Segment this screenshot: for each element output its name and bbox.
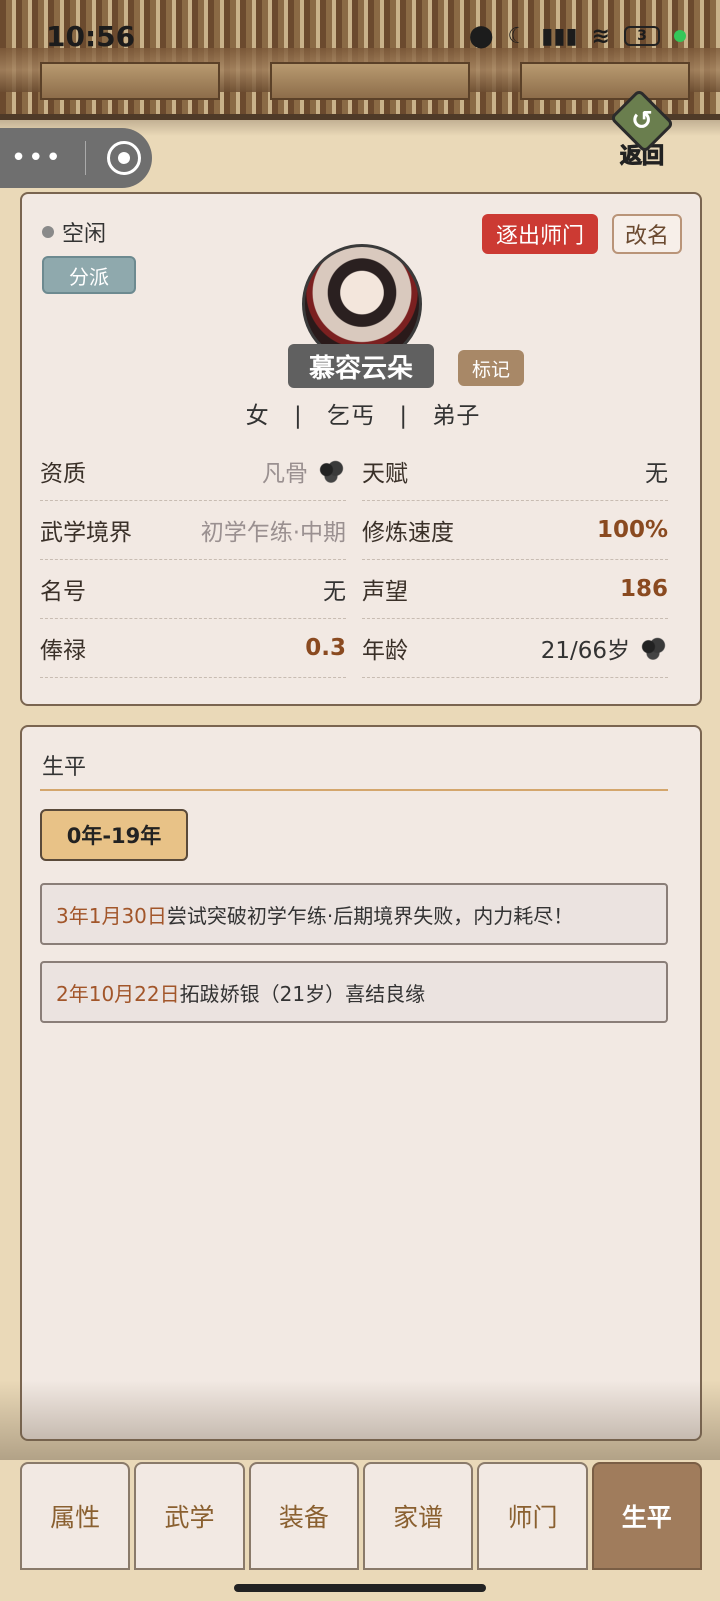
- tab-sect[interactable]: 师门: [477, 1462, 588, 1570]
- identity-line: 女 | 乞丐 | 弟子: [22, 396, 704, 430]
- stat-value: 0.3: [305, 635, 346, 661]
- roof-panel: [520, 62, 690, 100]
- stat-value: 凡骨: [262, 454, 346, 488]
- bottom-tab-bar: 属性 武学 装备 家谱 师门 生平: [20, 1462, 702, 1570]
- flower-info-icon[interactable]: [638, 635, 668, 661]
- status-bar: 10:56 ⬤ ☾ ▮▮▮ ≋ 3: [0, 14, 720, 58]
- roof-panel: [40, 62, 220, 100]
- gender: 女: [245, 403, 270, 429]
- biography-event: 2年10月22日 拓跋娇银（21岁）喜结良缘: [40, 961, 668, 1023]
- mark-button[interactable]: 标记: [458, 350, 524, 386]
- identity-separator: |: [293, 403, 303, 429]
- stat-label: 名号: [40, 579, 86, 605]
- tab-martial-arts[interactable]: 武学: [134, 1462, 245, 1570]
- stat-value-text: 凡骨: [262, 461, 308, 487]
- camera-indicator-icon: [674, 30, 686, 42]
- moon-icon: ☾: [507, 23, 528, 49]
- battery-icon: 3: [624, 26, 660, 46]
- event-date: 2年10月22日: [56, 981, 180, 1006]
- biography-event: 3年1月30日 尝试突破初学乍练·后期境界失败，内力耗尽！: [40, 883, 668, 945]
- expel-button[interactable]: 逐出师门: [482, 214, 598, 254]
- close-target-icon[interactable]: [107, 141, 142, 175]
- back-button[interactable]: ↺ 返回: [604, 88, 680, 170]
- character-name: 慕容云朵: [288, 344, 434, 388]
- home-indicator[interactable]: [234, 1584, 486, 1592]
- tab-equipment[interactable]: 装备: [248, 1462, 359, 1570]
- profile-card: 空闲 分派 逐出师门 改名 慕容云朵 标记 女 | 乞丐 | 弟子 资质 凡骨 …: [20, 192, 702, 706]
- biography-card: 生平 0年-19年 3年1月30日 尝试突破初学乍练·后期境界失败，内力耗尽！ …: [20, 725, 702, 1441]
- rank: 弟子: [432, 403, 481, 429]
- roof-panel: [270, 62, 470, 100]
- stat-label: 天赋: [362, 461, 408, 487]
- flower-info-icon[interactable]: [316, 458, 346, 484]
- location-icon: ⬤: [468, 23, 494, 49]
- miniprogram-capsule: •••: [0, 128, 152, 188]
- stat-age: 年龄 21/66岁: [362, 619, 668, 678]
- stat-value-text: 21/66岁: [540, 638, 630, 664]
- wifi-icon: ≋: [591, 23, 610, 49]
- tab-family-tree[interactable]: 家谱: [362, 1462, 474, 1570]
- status-text: 空闲: [62, 222, 107, 247]
- background-scenery: [0, 1380, 720, 1460]
- signal-icon: ▮▮▮: [541, 23, 578, 49]
- stat-title: 名号 无: [40, 560, 346, 619]
- stat-label: 年龄: [362, 638, 408, 664]
- capsule-divider: [84, 141, 86, 175]
- stats-grid: 资质 凡骨 天赋 无 武学境界 初学乍练·中期 修炼速度 100% 名号 无 声…: [40, 442, 686, 678]
- event-text: 尝试突破初学乍练·后期境界失败，内力耗尽！: [166, 903, 574, 928]
- event-date: 3年1月30日: [56, 903, 167, 928]
- stat-label: 俸禄: [40, 638, 86, 664]
- section-divider: [40, 789, 668, 791]
- stat-salary: 俸禄 0.3: [40, 619, 346, 678]
- more-icon[interactable]: •••: [11, 143, 63, 173]
- tab-attributes[interactable]: 属性: [20, 1462, 131, 1570]
- section-title: 生平: [42, 755, 87, 780]
- stat-aptitude: 资质 凡骨: [40, 442, 346, 501]
- period-button[interactable]: 0年-19年: [40, 809, 188, 861]
- status-dot-icon: [42, 226, 54, 238]
- stat-value: 21/66岁: [541, 631, 668, 665]
- stat-value: 初学乍练·中期: [200, 520, 346, 546]
- status-icons: ⬤ ☾ ▮▮▮ ≋ 3: [469, 24, 686, 49]
- origin: 乞丐: [327, 403, 375, 429]
- stat-training-speed: 修炼速度 100%: [362, 501, 668, 560]
- assign-faction-button[interactable]: 分派: [42, 256, 136, 294]
- tab-biography[interactable]: 生平: [591, 1462, 702, 1570]
- status-indicator: 空闲: [42, 216, 106, 248]
- stat-value: 无: [645, 461, 668, 487]
- stat-label: 资质: [40, 461, 86, 487]
- event-text: 拓跋娇银（21岁）喜结良缘: [179, 981, 426, 1006]
- status-time: 10:56: [46, 19, 136, 53]
- stat-martial-realm: 武学境界 初学乍练·中期: [40, 501, 346, 560]
- identity-separator: |: [399, 403, 409, 429]
- stat-value: 186: [619, 576, 668, 602]
- stat-label: 武学境界: [40, 520, 132, 546]
- rename-button[interactable]: 改名: [612, 214, 682, 254]
- stat-label: 修炼速度: [362, 520, 454, 546]
- stat-talent: 天赋 无: [362, 442, 668, 501]
- stat-label: 声望: [362, 579, 408, 605]
- stat-reputation: 声望 186: [362, 560, 668, 619]
- stat-value: 100%: [596, 517, 668, 543]
- stat-value: 无: [323, 579, 346, 605]
